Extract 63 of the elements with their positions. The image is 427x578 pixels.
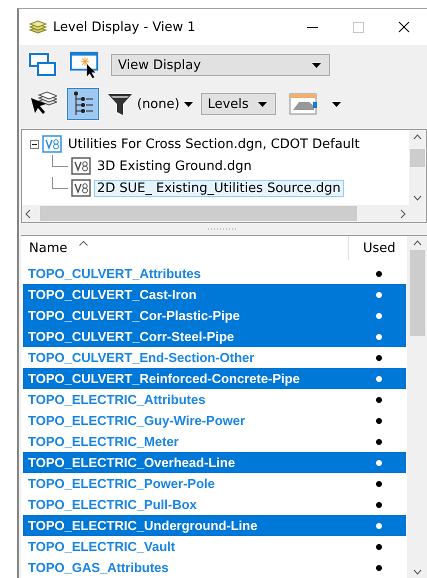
level-name: TOPO_CULVERT_Reinforced-Concrete-Pipe: [27, 371, 301, 386]
level-row[interactable]: TOPO_CULVERT_Corr-Steel-Pipe: [23, 326, 406, 347]
level-name: TOPO_ELECTRIC_Attributes: [27, 392, 206, 407]
filter-icon: [107, 91, 133, 117]
level-row[interactable]: TOPO_GAS_Attributes: [23, 557, 406, 578]
file-icon: [42, 135, 62, 153]
level-row[interactable]: TOPO_ELECTRIC_Meter: [23, 431, 406, 452]
level-row[interactable]: TOPO_ELECTRIC_Power-Pole: [23, 473, 406, 494]
level-name: TOPO_CULVERT_End-Section-Other: [27, 350, 256, 365]
column-header[interactable]: Used: [349, 240, 406, 256]
level-name: TOPO_CULVERT_Corr-Steel-Pipe: [27, 329, 236, 344]
tree-line-icon: [52, 177, 68, 189]
level-name: TOPO_ELECTRIC_Overhead-Line: [27, 455, 236, 470]
tree-item[interactable]: 2D SUE_ Existing_Utilities Source.dgn: [94, 180, 344, 196]
level-name: TOPO_CULVERT_Cast-Iron: [27, 287, 198, 302]
window-title: Level Display - View 1: [53, 20, 197, 34]
close-icon[interactable]: [398, 21, 410, 33]
horizontal-scrollbar[interactable]: [22, 205, 409, 222]
level-row[interactable]: TOPO_CULVERT_Reinforced-Concrete-Pipe: [23, 368, 406, 389]
view-dropdown[interactable]: View Display: [111, 54, 330, 76]
column-header[interactable]: Name: [29, 240, 68, 256]
scrollbar[interactable]: [409, 130, 426, 205]
level-row[interactable]: TOPO_CULVERT_Attributes: [23, 263, 406, 284]
level-row[interactable]: TOPO_CULVERT_Cor-Plastic-Pipe: [23, 305, 406, 326]
dropdown-caret-icon: [332, 102, 341, 106]
levels-dropdown[interactable]: Levels: [200, 93, 276, 115]
scrollbar-thumb[interactable]: [410, 148, 425, 166]
level-row[interactable]: TOPO_CULVERT_Cast-Iron: [23, 284, 406, 305]
file-icon: [71, 179, 91, 197]
level-row[interactable]: TOPO_ELECTRIC_Attributes: [23, 389, 406, 410]
level-row[interactable]: TOPO_ELECTRIC_Pull-Box: [23, 494, 406, 515]
caret-icon: [258, 102, 267, 106]
minimize-icon[interactable]: [306, 26, 318, 28]
tree-line-icon: [52, 155, 68, 167]
tree-item[interactable]: Utilities For Cross Section.dgn, CDOT Default: [65, 136, 363, 152]
level-name: TOPO_ELECTRIC_Meter: [27, 434, 180, 449]
level-row[interactable]: TOPO_ELECTRIC_Vault: [23, 536, 406, 557]
scrollbar-thumb[interactable]: [410, 250, 424, 336]
level-name: TOPO_ELECTRIC_Vault: [27, 539, 176, 554]
scrollbar-thumb[interactable]: [40, 206, 357, 221]
caret-icon: [312, 62, 321, 68]
new-view-icon[interactable]: [69, 49, 101, 81]
level-name: TOPO_GAS_Attributes: [27, 560, 170, 575]
level-name: TOPO_ELECTRIC_Guy-Wire-Power: [27, 413, 246, 428]
level-row[interactable]: TOPO_ELECTRIC_Guy-Wire-Power: [23, 410, 406, 431]
level-name: TOPO_ELECTRIC_Power-Pole: [27, 476, 216, 491]
level-name: TOPO_ELECTRIC_Underground-Line: [27, 518, 258, 533]
file-icon: [71, 157, 91, 175]
level-name: TOPO_CULVERT_Cor-Plastic-Pipe: [27, 308, 241, 323]
scrollbar[interactable]: [407, 236, 427, 578]
collapse-icon[interactable]: [30, 140, 39, 148]
splitter-handle-icon[interactable]: [208, 228, 238, 230]
filter-dropdown[interactable]: (none): [107, 91, 193, 117]
level-name: TOPO_ELECTRIC_Pull-Box: [27, 497, 198, 512]
tree-item[interactable]: 3D Existing Ground.dgn: [94, 158, 255, 174]
level-row[interactable]: TOPO_ELECTRIC_Underground-Line: [23, 515, 406, 536]
level-row[interactable]: TOPO_CULVERT_End-Section-Other: [23, 347, 406, 368]
hierarchy-button[interactable]: [67, 88, 99, 120]
sort-caret-icon: [79, 240, 88, 246]
caret-icon: [184, 102, 193, 106]
level-row[interactable]: TOPO_ELECTRIC_Overhead-Line: [23, 452, 406, 473]
layers-icon: [29, 19, 47, 35]
level-name: TOPO_CULVERT_Attributes: [27, 266, 202, 281]
